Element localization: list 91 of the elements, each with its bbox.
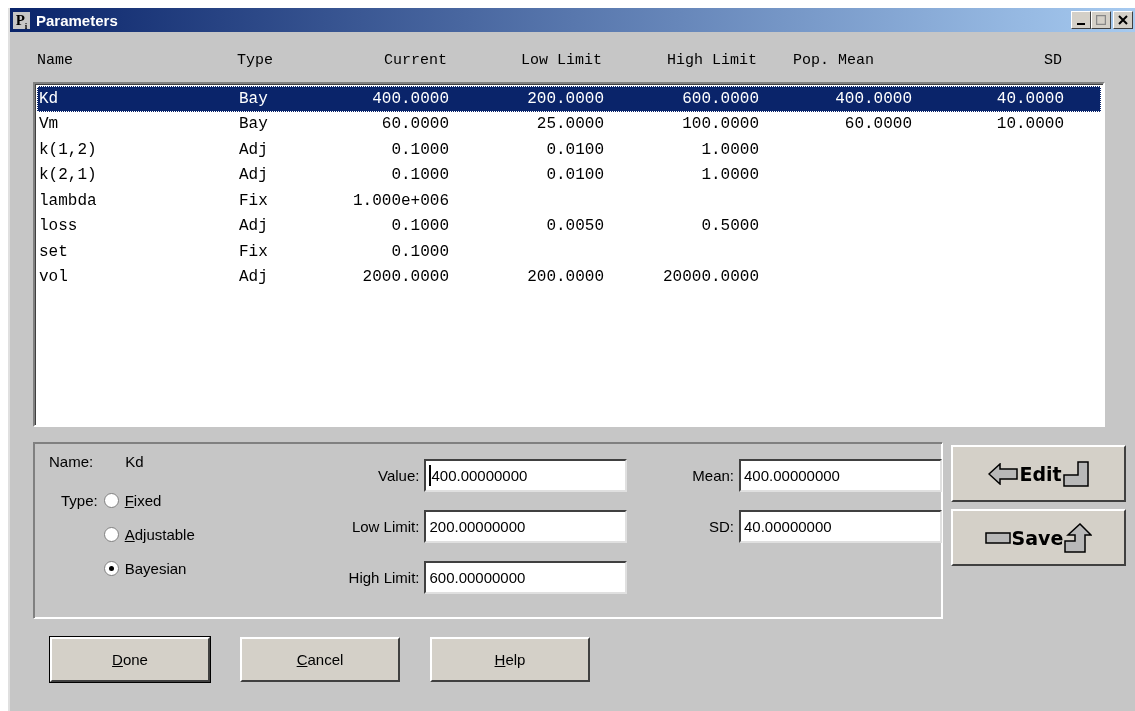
table-row[interactable]: Kd Bay 400.0000 200.0000 600.0000 400.0000 40.0000 — [37, 86, 1101, 112]
table-cell-text: 60.0000 — [843, 115, 912, 134]
table-cell-text: 0.1000 — [390, 140, 449, 159]
field-label: SD: — [709, 518, 734, 535]
field-label: High Limit: — [348, 569, 420, 586]
type-radio[interactable]: Adjustable — [103, 526, 195, 543]
table-cell-text: 1.0000 — [700, 166, 759, 185]
table-cell-text: 0.0050 — [545, 217, 604, 236]
column-header: Type — [237, 51, 274, 69]
dialog-button[interactable]: Cancel — [240, 637, 400, 682]
table-cell-text: 25.0000 — [535, 115, 604, 134]
table-row[interactable]: k(1,2) Adj 0.1000 0.0100 1.0000 — [37, 137, 1101, 163]
value-field[interactable]: 40.00000000 — [739, 510, 942, 543]
table-cell-text: 100.0000 — [681, 115, 759, 134]
table-cell-text: 20000.0000 — [662, 268, 759, 287]
table-cell-text: Adj — [239, 166, 269, 185]
app-icon: P$_{i}$ — [13, 11, 30, 29]
column-header: Low Limit — [520, 51, 602, 69]
value-field[interactable]: 400.00000000 — [739, 459, 942, 492]
name-value: Kd — [125, 453, 144, 470]
table-cell-text: Bay — [239, 115, 269, 134]
table-cell-text: 200.0000 — [526, 89, 604, 108]
table-cell-text: 0.1000 — [390, 242, 449, 261]
column-header: High Limit — [666, 51, 757, 69]
table-row[interactable]: loss Adj 0.1000 0.0050 0.5000 — [37, 213, 1101, 239]
table-row[interactable]: Vm Bay 60.0000 25.0000 100.0000 60.0000 10.0000 — [37, 111, 1101, 137]
name-label: Name: — [49, 453, 94, 470]
table-cell-text: set — [39, 242, 69, 261]
close-icon — [1118, 15, 1128, 25]
table-cell-text: 60.0000 — [380, 115, 449, 134]
table-cell-text: 400.0000 — [834, 89, 912, 108]
table-cell-text: 0.5000 — [700, 217, 759, 236]
field-label: Low Limit: — [351, 518, 420, 535]
up-arrow-icon — [1064, 522, 1093, 553]
value-field[interactable]: 400.00000000 — [424, 459, 628, 492]
value-field[interactable]: 200.00000000 — [424, 510, 628, 543]
bar-icon — [984, 531, 1011, 544]
table-cell-text: k(2,1) — [39, 166, 98, 185]
table-cell-text: Fix — [239, 242, 269, 261]
table-cell-text: Adj — [239, 217, 269, 236]
table-cell-text: vol — [39, 268, 69, 287]
table-cell-text: lambda — [39, 191, 98, 210]
minimize-icon — [1077, 23, 1085, 25]
maximize-icon — [1096, 15, 1106, 25]
table-cell-text: 400.0000 — [371, 89, 449, 108]
close-button[interactable] — [1113, 11, 1133, 29]
table-cell-text: 40.0000 — [995, 89, 1064, 108]
field-label: Value: — [378, 467, 420, 484]
table-cell-text: 0.1000 — [390, 217, 449, 236]
table-cell-text: 1.0000 — [700, 140, 759, 159]
table-cell-text: Adj — [239, 140, 269, 159]
table-cell-text: 0.1000 — [390, 166, 449, 185]
type-radio[interactable]: Bayesian — [103, 560, 195, 577]
table-cell-text: Fix — [239, 191, 269, 210]
column-header: Pop. Mean — [792, 51, 875, 69]
dialog-button[interactable]: Help — [430, 637, 590, 682]
table-cell-text: 0.0100 — [545, 166, 604, 185]
column-header: Name — [37, 51, 74, 69]
type-label: Type: — [61, 492, 98, 511]
table-cell-text: 2000.0000 — [361, 268, 449, 287]
type-radio[interactable]: Fixed — [103, 492, 195, 509]
table-cell-text: Kd — [39, 89, 60, 108]
column-header: Current — [383, 51, 447, 69]
table-row[interactable]: lambda Fix 1.000e+006 — [37, 188, 1101, 214]
maximize-button[interactable] — [1091, 11, 1111, 29]
table-cell-text: 10.0000 — [995, 115, 1064, 134]
table-cell-text: loss — [39, 217, 79, 236]
minimize-button[interactable] — [1071, 11, 1091, 29]
table-cell-text: Adj — [239, 268, 269, 287]
field-label: Mean: — [692, 467, 734, 484]
window-title: Parameters — [36, 11, 119, 29]
table-cell-text: 600.0000 — [681, 89, 759, 108]
edit-button[interactable]: Edit — [951, 445, 1126, 502]
radio-circle[interactable] — [103, 493, 119, 508]
table-cell-text: Vm — [39, 115, 60, 134]
table-cell-text: k(1,2) — [39, 140, 98, 159]
value-field[interactable]: 600.00000000 — [424, 561, 628, 594]
table-cell-text: 200.0000 — [526, 268, 604, 287]
table-row[interactable]: vol Adj 2000.0000 200.0000 20000.0000 — [37, 264, 1101, 290]
radio-circle[interactable] — [103, 561, 119, 576]
table-row[interactable]: k(2,1) Adj 0.1000 0.0100 1.0000 — [37, 162, 1101, 188]
dialog-button[interactable]: Done — [50, 637, 210, 682]
left-arrow-icon — [988, 462, 1019, 485]
save-button[interactable]: Save — [951, 509, 1126, 566]
table-cell-text: Bay — [239, 89, 269, 108]
column-header: SD — [1043, 51, 1062, 69]
radio-circle[interactable] — [103, 527, 119, 542]
table-cell-text: 0.0100 — [545, 140, 604, 159]
table-row[interactable]: set Fix 0.1000 — [37, 239, 1101, 265]
table-cell-text: 1.000e+006 — [352, 191, 449, 210]
bent-arrow-icon — [1062, 460, 1089, 487]
